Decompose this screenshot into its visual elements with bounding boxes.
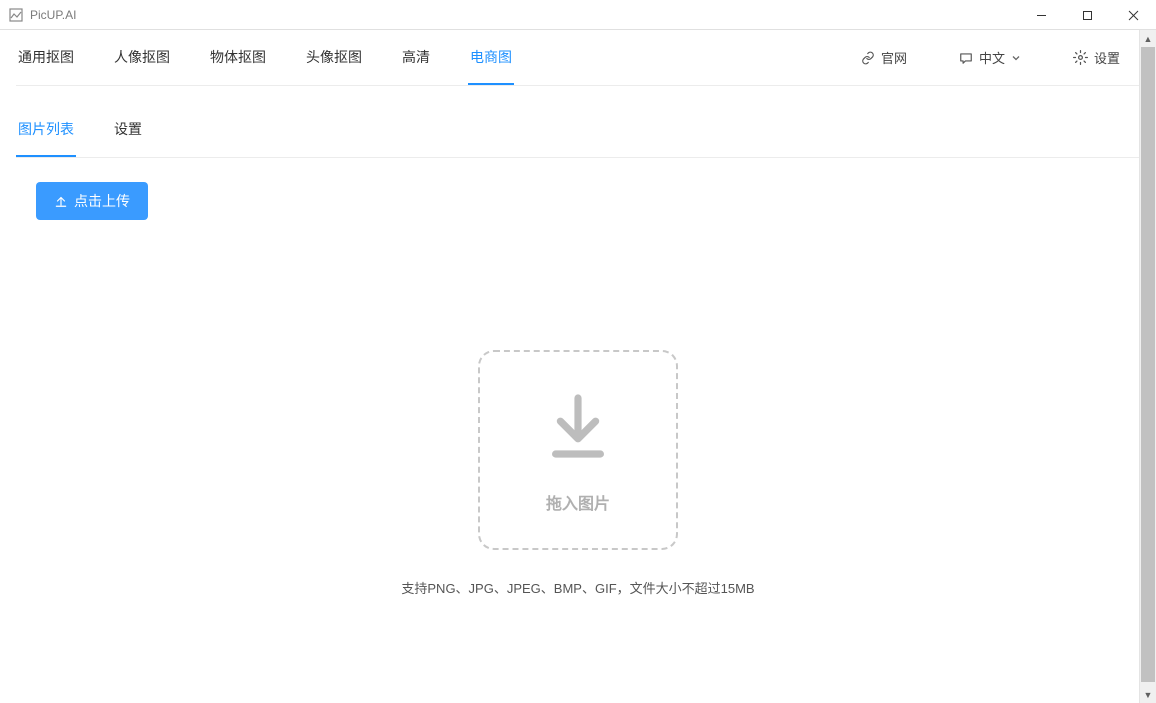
maximize-button[interactable] xyxy=(1064,0,1110,30)
download-icon xyxy=(538,386,618,466)
nav-tab-2[interactable]: 物体抠图 xyxy=(208,30,268,85)
upload-button[interactable]: 点击上传 xyxy=(36,182,148,220)
link-icon xyxy=(861,51,875,65)
scrollbar[interactable]: ▲ ▼ xyxy=(1139,30,1156,703)
nav-tab-4[interactable]: 高清 xyxy=(400,30,432,85)
nav-tab-3[interactable]: 头像抠图 xyxy=(304,30,364,85)
app-title: PicUP.AI xyxy=(30,8,76,22)
nav-tab-0[interactable]: 通用抠图 xyxy=(16,30,76,85)
gear-icon xyxy=(1073,50,1088,65)
main-nav: 通用抠图人像抠图物体抠图头像抠图高清电商图 官网 中文 xyxy=(16,30,1140,86)
comment-icon xyxy=(959,51,973,65)
dropzone-label: 拖入图片 xyxy=(546,490,610,514)
upload-icon xyxy=(54,194,68,208)
dropzone[interactable]: 拖入图片 xyxy=(478,350,678,550)
app-icon xyxy=(8,7,24,23)
sub-tab-1[interactable]: 设置 xyxy=(112,102,144,157)
file-hint: 支持PNG、JPG、JPEG、BMP、GIF，文件大小不超过15MB xyxy=(401,578,754,597)
settings-link[interactable]: 设置 xyxy=(1073,48,1120,67)
scrollbar-up-arrow[interactable]: ▲ xyxy=(1140,30,1156,47)
sub-nav: 图片列表设置 xyxy=(16,102,1140,158)
language-label: 中文 xyxy=(979,48,1005,67)
titlebar: PicUP.AI xyxy=(0,0,1156,30)
official-site-link[interactable]: 官网 xyxy=(861,48,907,67)
chevron-down-icon xyxy=(1011,53,1021,63)
minimize-button[interactable] xyxy=(1018,0,1064,30)
language-selector[interactable]: 中文 xyxy=(959,48,1021,67)
settings-label: 设置 xyxy=(1094,48,1120,67)
nav-tab-1[interactable]: 人像抠图 xyxy=(112,30,172,85)
scrollbar-down-arrow[interactable]: ▼ xyxy=(1140,686,1156,703)
nav-tab-5[interactable]: 电商图 xyxy=(468,30,514,85)
upload-button-label: 点击上传 xyxy=(74,191,130,211)
close-button[interactable] xyxy=(1110,0,1156,30)
scrollbar-thumb[interactable] xyxy=(1141,47,1155,682)
official-site-label: 官网 xyxy=(881,48,907,67)
sub-tab-0[interactable]: 图片列表 xyxy=(16,102,76,157)
